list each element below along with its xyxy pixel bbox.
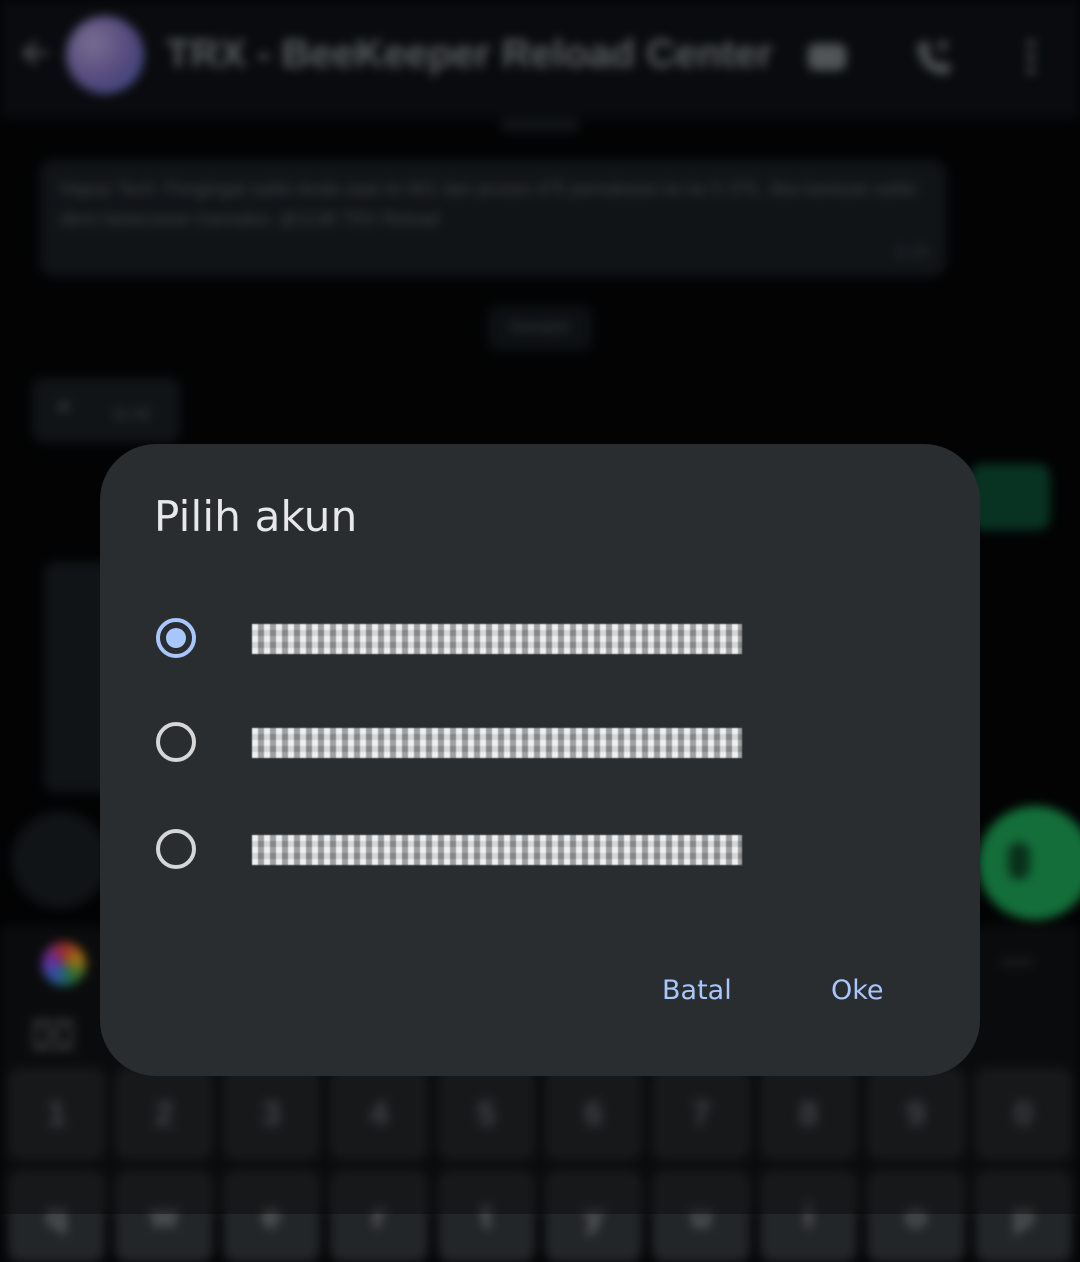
cancel-button[interactable]: Batal xyxy=(648,966,746,1016)
account-label-redacted: account-one-redacted xyxy=(252,624,742,654)
radio-unselected-icon[interactable] xyxy=(156,722,196,762)
dialog-title: Pilih akun xyxy=(154,492,358,541)
account-label-redacted: account-three-redacted xyxy=(252,835,742,865)
choose-account-dialog: Pilih akun account-one-redacted account-… xyxy=(100,444,980,1076)
radio-selected-icon[interactable] xyxy=(156,618,196,658)
account-option-3[interactable]: account-three-redacted xyxy=(140,801,940,901)
ok-button[interactable]: Oke xyxy=(817,966,898,1016)
account-label-redacted: account-two-redacted xyxy=(252,728,742,758)
account-option-1[interactable]: account-one-redacted xyxy=(140,590,940,690)
radio-unselected-icon[interactable] xyxy=(156,829,196,869)
account-option-2[interactable]: account-two-redacted xyxy=(140,694,940,794)
